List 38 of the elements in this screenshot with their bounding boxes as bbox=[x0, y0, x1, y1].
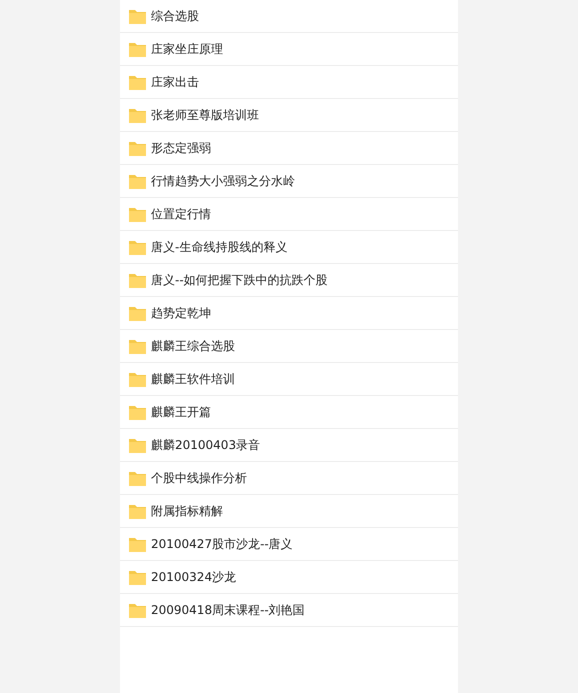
folder-name[interactable]: 麒麟王开篇 bbox=[151, 404, 211, 420]
folder-icon bbox=[129, 306, 146, 320]
folder-name[interactable]: 庄家出击 bbox=[151, 74, 199, 90]
folder-icon bbox=[129, 240, 146, 254]
folder-icon bbox=[129, 42, 146, 56]
folder-icon bbox=[129, 536, 146, 552]
folder-name[interactable]: 庄家坐庄原理 bbox=[151, 40, 223, 58]
folder-icon bbox=[129, 372, 146, 386]
folder-icon bbox=[129, 602, 146, 618]
folder-icon bbox=[129, 272, 146, 288]
folder-name[interactable]: 位置定行情 bbox=[151, 206, 211, 222]
folder-name[interactable]: 20100324沙龙 bbox=[151, 568, 236, 586]
folder-name[interactable]: 趋势定乾坤 bbox=[151, 304, 211, 322]
folder-name[interactable]: 20100427股市沙龙--唐义 bbox=[151, 536, 293, 552]
folder-icon bbox=[129, 504, 146, 518]
folder-name[interactable]: 20090418周末课程--刘艳国 bbox=[151, 602, 305, 618]
folder-icon bbox=[129, 108, 146, 122]
folder-icon bbox=[129, 438, 146, 452]
folder-icon bbox=[129, 174, 146, 188]
folder-name[interactable]: 综合选股 bbox=[151, 8, 199, 24]
folder-icon bbox=[129, 470, 146, 486]
folder-icon bbox=[129, 8, 146, 24]
folder-name[interactable]: 张老师至尊版培训班 bbox=[151, 106, 259, 124]
folder-name[interactable]: 个股中线操作分析 bbox=[151, 470, 247, 486]
folder-name[interactable]: 附属指标精解 bbox=[151, 502, 223, 520]
folder-name[interactable]: 唐义--如何把握下跌中的抗跌个股 bbox=[151, 272, 328, 288]
folder-name[interactable]: 唐义-生命线持股线的释义 bbox=[151, 238, 288, 256]
folder-icon bbox=[129, 74, 146, 90]
folder-icon bbox=[129, 140, 146, 156]
folder-icon bbox=[129, 570, 146, 584]
folder-icon bbox=[129, 206, 146, 222]
folder-name[interactable]: 形态定强弱 bbox=[151, 140, 211, 156]
folder-name[interactable]: 麒麟王综合选股 bbox=[151, 338, 235, 354]
folder-name[interactable]: 麒麟王软件培训 bbox=[151, 370, 235, 388]
folder-icon bbox=[129, 338, 146, 354]
folder-icon bbox=[129, 404, 146, 420]
folder-name[interactable]: 麒麟20100403录音 bbox=[151, 436, 260, 454]
folder-name[interactable]: 行情趋势大小强弱之分水岭 bbox=[151, 172, 295, 190]
